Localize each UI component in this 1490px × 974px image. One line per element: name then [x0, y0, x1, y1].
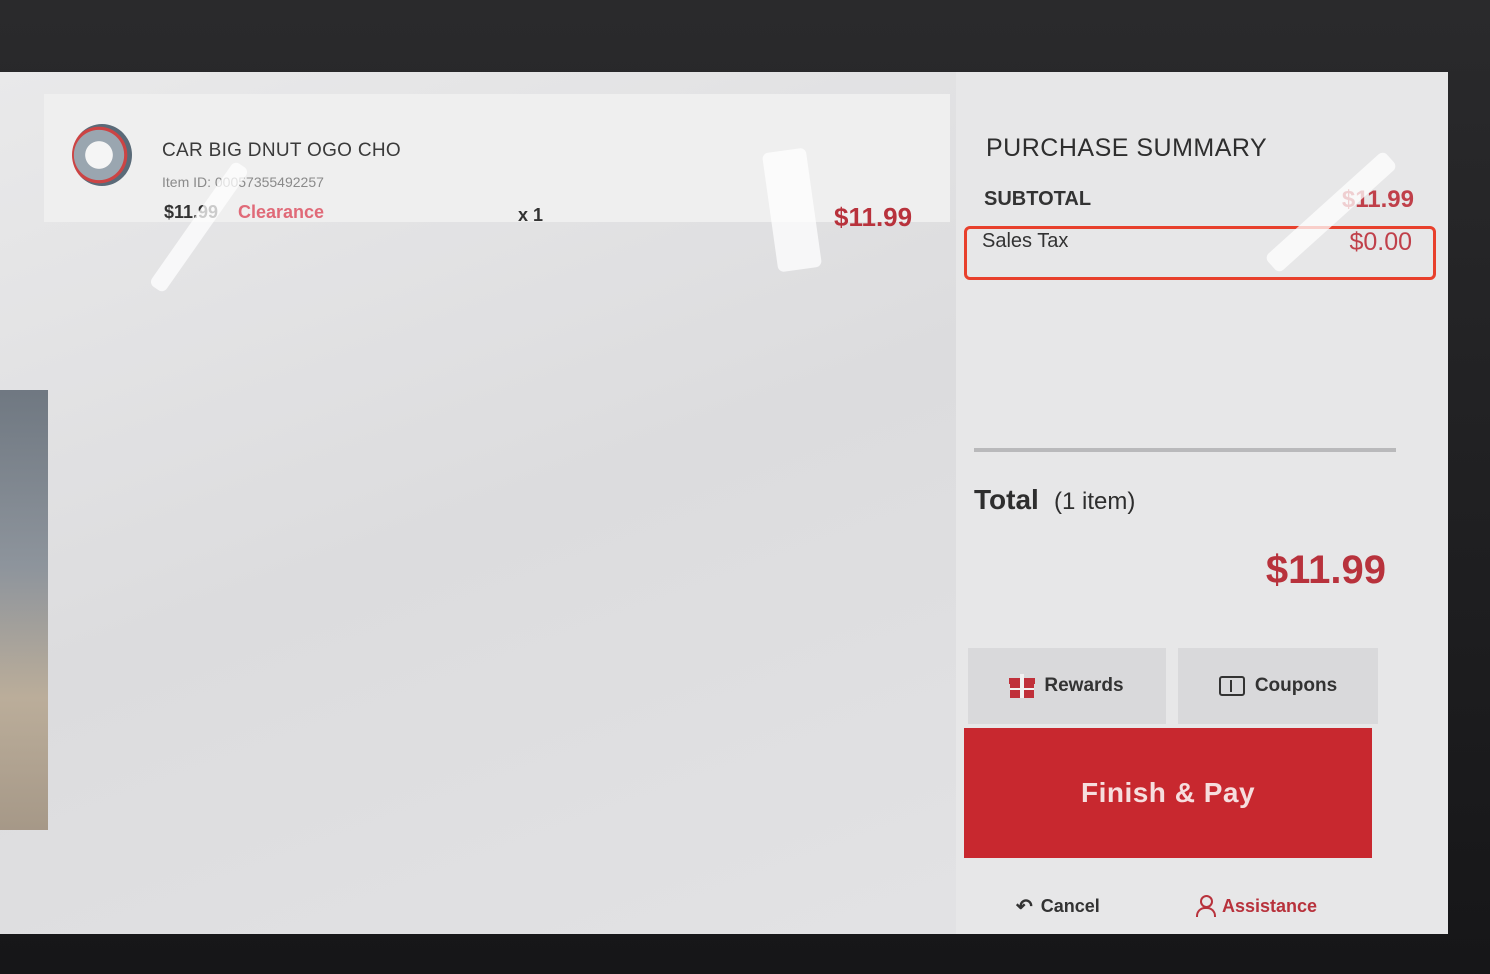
cancel-label: Cancel	[1040, 895, 1100, 916]
person-icon	[1196, 895, 1216, 917]
product-thumbnail	[72, 124, 132, 186]
total-item-count: (1 item)	[1054, 488, 1136, 515]
background-photo-edge	[0, 390, 48, 830]
rewards-button[interactable]: Rewards	[968, 648, 1166, 724]
finish-and-pay-button[interactable]: Finish & Pay	[964, 728, 1372, 858]
cart-item[interactable]: CAR BIG DNUT OGO CHO Item ID: 0005735549…	[44, 94, 950, 232]
summary-title: PURCHASE SUMMARY	[986, 134, 1268, 162]
coupons-button[interactable]: Coupons	[1178, 648, 1378, 724]
item-name: CAR BIG DNUT OGO CHO	[162, 140, 401, 161]
purchase-summary-panel: PURCHASE SUMMARY SUBTOTAL $11.99 Sales T…	[956, 72, 1448, 934]
total-label: Total	[974, 484, 1039, 515]
summary-divider	[974, 448, 1396, 452]
gift-icon	[1009, 674, 1036, 698]
sales-tax-value: $0.00	[1349, 228, 1412, 256]
coupons-label: Coupons	[1254, 675, 1338, 696]
item-line-total: $11.99	[834, 202, 913, 232]
undo-icon: ↶	[1016, 895, 1033, 918]
finish-and-pay-label: Finish & Pay	[1080, 777, 1256, 808]
assistance-button[interactable]: Assistance	[1196, 888, 1317, 924]
subtotal-label: SUBTOTAL	[984, 188, 1092, 210]
sales-tax-label: Sales Tax	[982, 230, 1069, 252]
item-clearance-tag: Clearance	[238, 202, 325, 222]
assistance-label: Assistance	[1222, 895, 1318, 916]
total-value: $11.99	[1265, 548, 1386, 592]
ticket-icon	[1218, 676, 1245, 696]
kiosk-screen: CAR BIG DNUT OGO CHO Item ID: 0005735549…	[0, 72, 1448, 934]
cancel-button[interactable]: ↶ Cancel	[1016, 888, 1100, 924]
rewards-label: Rewards	[1044, 675, 1124, 696]
item-quantity: x 1	[518, 205, 544, 225]
